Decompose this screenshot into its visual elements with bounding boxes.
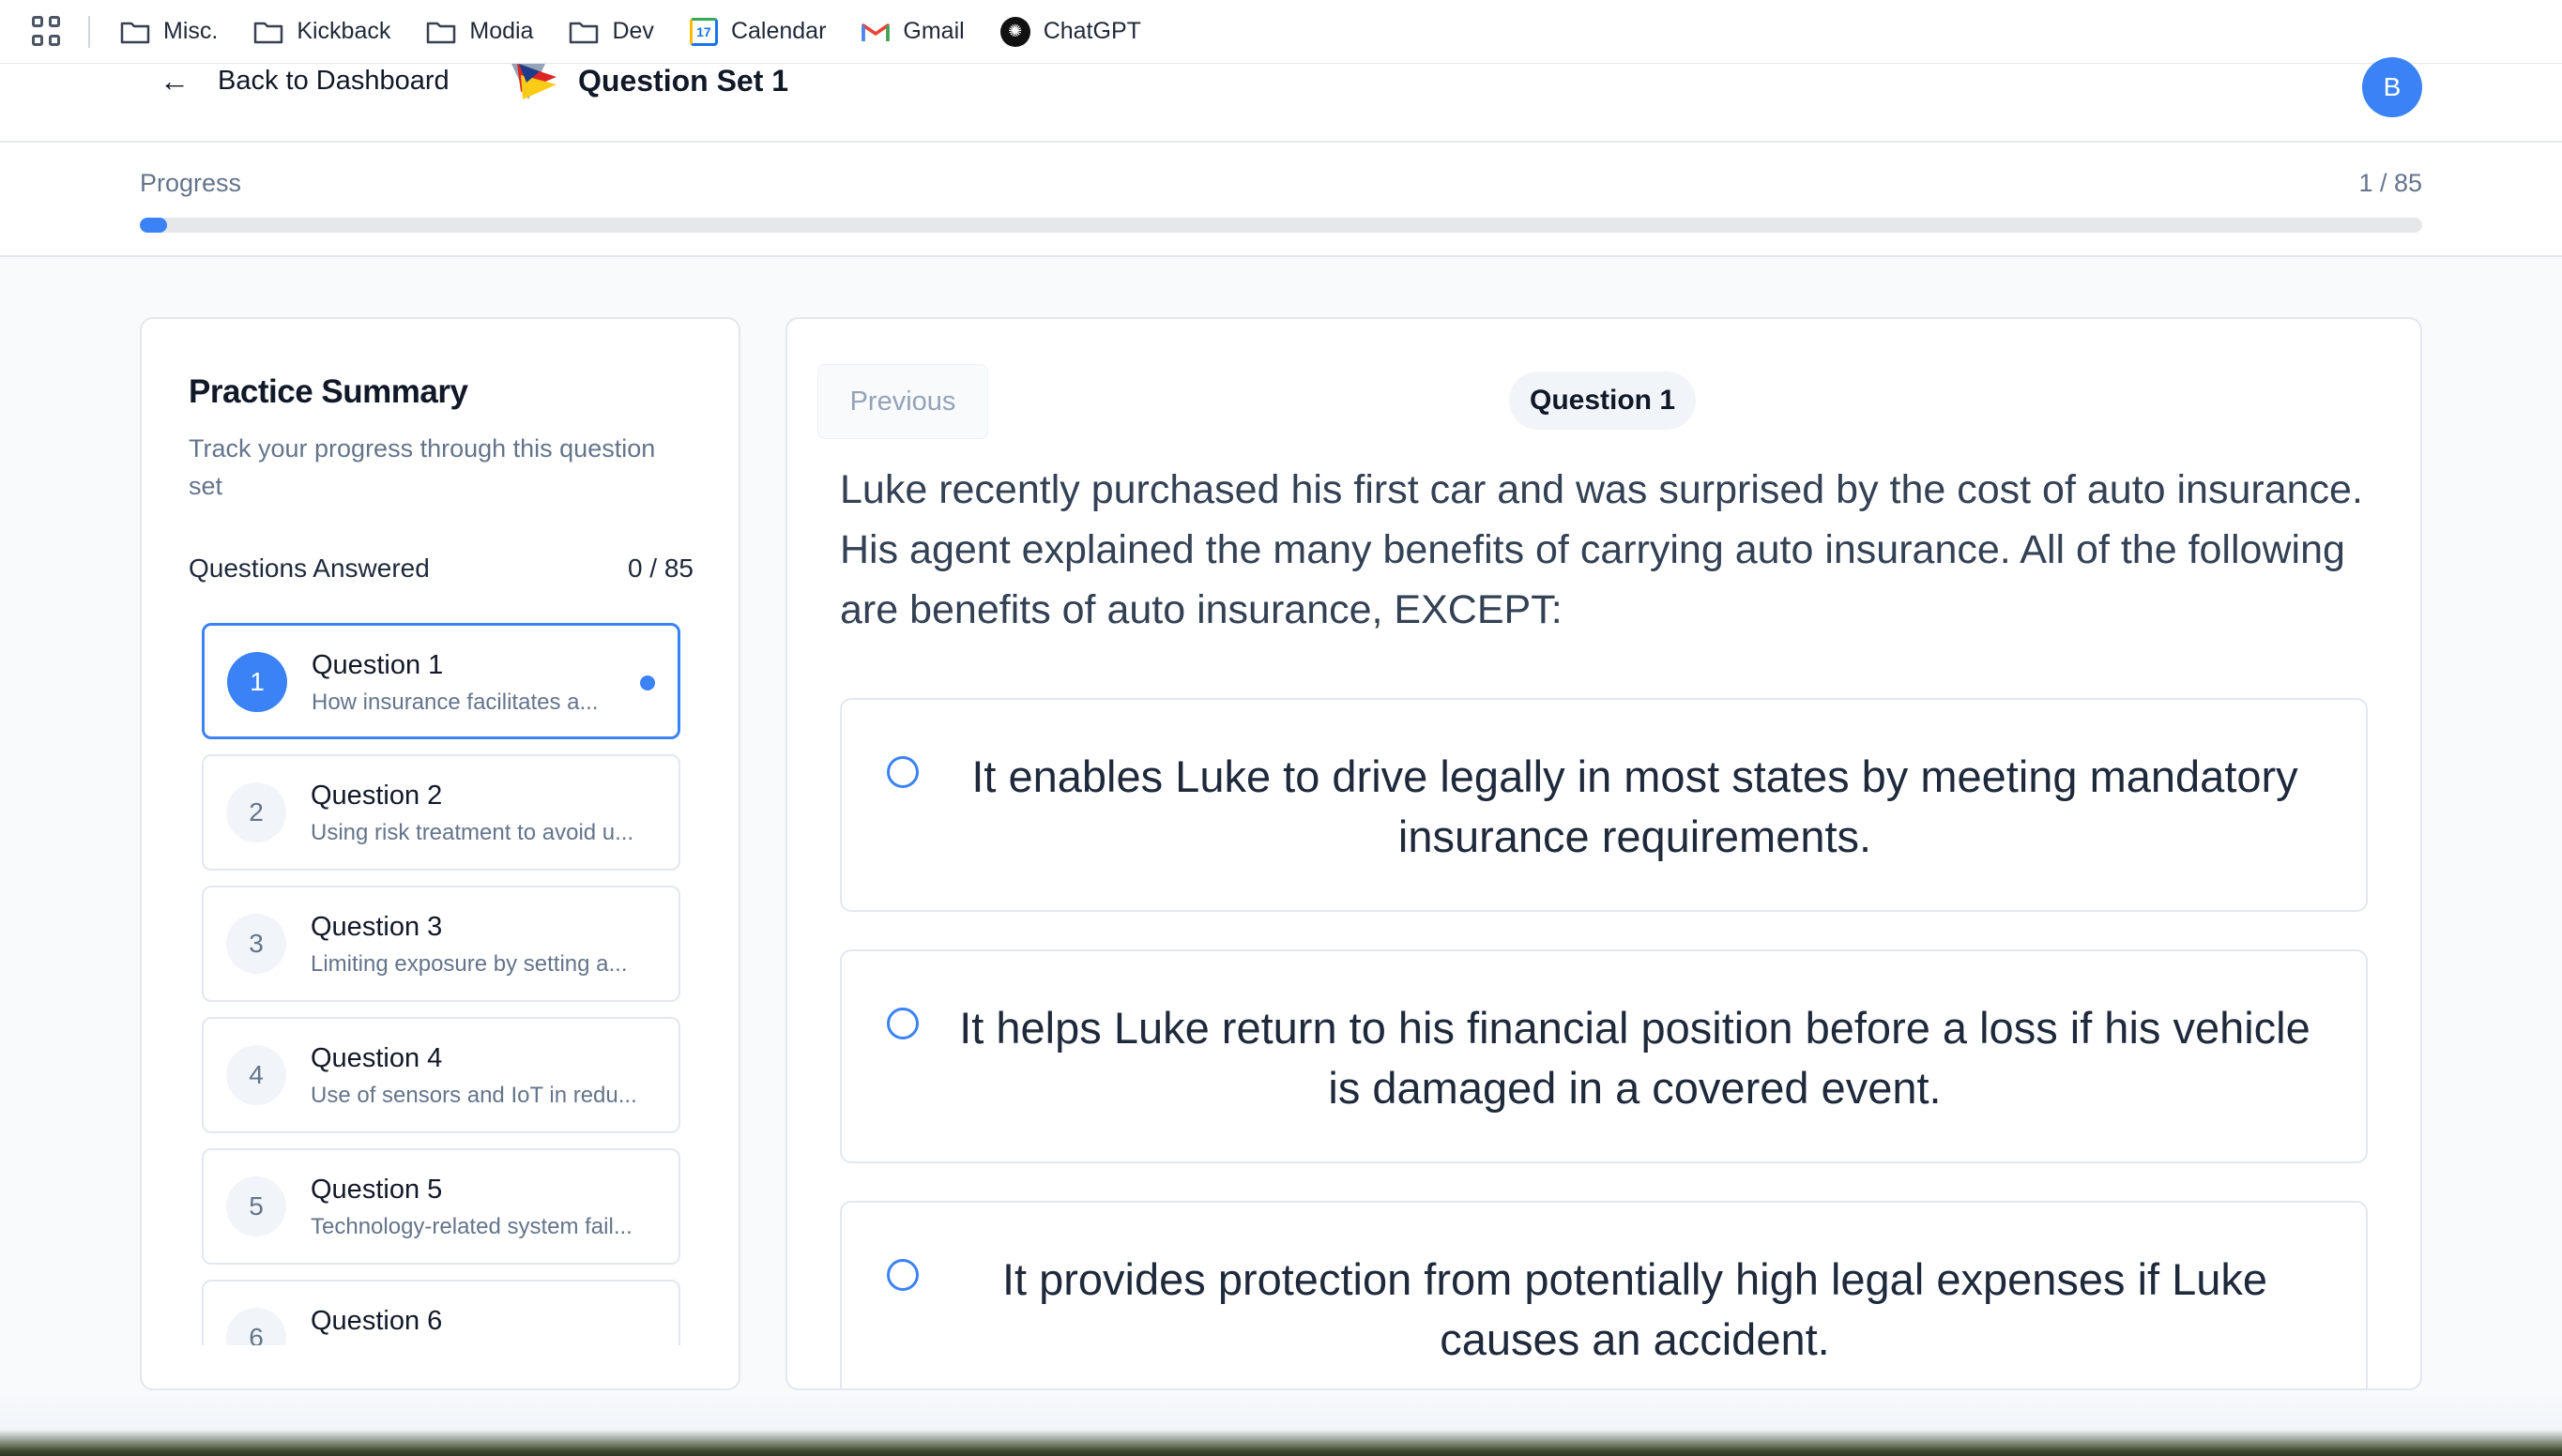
question-list: 1 Question 1 How insurance facilitates a… bbox=[202, 623, 680, 1345]
question-item-description: Limiting exposure by setting a... bbox=[311, 951, 628, 977]
question-card: Previous Question 1 Luke recently purcha… bbox=[785, 317, 2422, 1390]
bookmarks-divider bbox=[88, 15, 90, 48]
question-item-title: Question 5 bbox=[311, 1175, 443, 1205]
question-item-description: Using risk treatment to avoid u... bbox=[311, 820, 634, 845]
question-number-badge: 1 bbox=[227, 652, 287, 712]
bookmark-misc[interactable]: Misc. bbox=[120, 18, 218, 45]
bookmark-label: Misc. bbox=[163, 18, 219, 44]
folder-icon bbox=[120, 22, 150, 43]
question-list-item[interactable]: 2 Question 2 Using risk treatment to avo… bbox=[202, 754, 680, 871]
progress-section: Progress 1 / 85 bbox=[0, 143, 2562, 257]
question-number-badge: Question 1 bbox=[1509, 372, 1697, 430]
folder-icon bbox=[570, 22, 599, 43]
question-list-item[interactable]: 5 Question 5 Technology-related system f… bbox=[202, 1148, 680, 1265]
radio-button[interactable] bbox=[887, 1008, 919, 1039]
progress-bar-fill bbox=[140, 218, 167, 233]
gmail-icon bbox=[862, 23, 891, 41]
question-set-title: Question Set 1 bbox=[578, 64, 789, 98]
question-number-badge: 2 bbox=[226, 782, 286, 842]
folder-icon bbox=[427, 22, 456, 43]
question-item-description: Use of sensors and IoT in redu... bbox=[311, 1083, 637, 1108]
answer-option[interactable]: It provides protection from potentially … bbox=[840, 1201, 2368, 1388]
question-item-title: Question 1 bbox=[312, 650, 444, 680]
calendar-icon: 17 bbox=[689, 17, 718, 46]
question-number-badge: 3 bbox=[226, 914, 286, 974]
practice-summary-panel: Practice Summary Track your progress thr… bbox=[140, 317, 740, 1390]
app-header: ← Back to Dashboard Question Set 1 B bbox=[0, 57, 2562, 143]
bookmark-dev[interactable]: Dev bbox=[569, 18, 654, 45]
questions-answered-label: Questions Answered bbox=[189, 554, 430, 583]
bookmark-label: Calendar bbox=[730, 18, 827, 44]
progress-label: Progress bbox=[140, 169, 242, 197]
question-number-badge: 4 bbox=[226, 1045, 286, 1105]
current-question-dot-icon bbox=[640, 675, 655, 690]
bookmark-label: Modia bbox=[469, 18, 534, 44]
question-list-item[interactable]: 3 Question 3 Limiting exposure by settin… bbox=[202, 886, 680, 1002]
answer-option-text: It helps Luke return to his financial po… bbox=[959, 1003, 2310, 1113]
previous-button[interactable]: Previous bbox=[817, 364, 988, 439]
bookmark-kickback[interactable]: Kickback bbox=[253, 18, 390, 45]
bookmarks-bar: Misc. Kickback Modia Dev 17 Calendar Gma… bbox=[0, 0, 2562, 64]
question-list-item[interactable]: 6 Question 6 bbox=[202, 1280, 680, 1345]
question-item-description: How insurance facilitates a... bbox=[312, 690, 599, 715]
answer-option[interactable]: It helps Luke return to his financial po… bbox=[840, 949, 2368, 1163]
bookmark-chatgpt[interactable]: ✺ ChatGPT bbox=[999, 16, 1141, 47]
question-list-item[interactable]: 4 Question 4 Use of sensors and IoT in r… bbox=[202, 1017, 680, 1133]
question-item-title: Question 3 bbox=[311, 912, 443, 942]
back-to-dashboard-button[interactable]: ← Back to Dashboard bbox=[160, 64, 450, 98]
answer-option[interactable]: It enables Luke to drive legally in most… bbox=[840, 698, 2368, 912]
question-number-badge: 5 bbox=[226, 1176, 286, 1236]
question-list-item[interactable]: 1 Question 1 How insurance facilitates a… bbox=[202, 623, 680, 739]
question-text: Luke recently purchased his first car an… bbox=[840, 467, 2363, 632]
practice-summary-title: Practice Summary bbox=[189, 373, 468, 410]
back-to-dashboard-label: Back to Dashboard bbox=[218, 65, 450, 96]
apps-grid-icon[interactable] bbox=[32, 15, 64, 48]
questions-answered-count: 0 / 85 bbox=[627, 554, 694, 583]
question-item-title: Question 2 bbox=[311, 781, 443, 811]
bookmark-label: Gmail bbox=[903, 18, 965, 44]
window-bottom-edge bbox=[0, 1390, 2562, 1456]
practice-summary-subtitle: Track your progress through this questio… bbox=[189, 434, 656, 500]
bookmark-label: ChatGPT bbox=[1043, 18, 1141, 44]
progress-count: 1 / 85 bbox=[2358, 169, 2422, 197]
question-number-badge: 6 bbox=[226, 1308, 286, 1345]
radio-button[interactable] bbox=[887, 1259, 919, 1291]
radio-button[interactable] bbox=[887, 756, 919, 788]
progress-bar bbox=[140, 218, 2422, 233]
bookmark-label: Kickback bbox=[297, 18, 391, 44]
arrow-left-icon: ← bbox=[160, 63, 190, 98]
bookmark-calendar[interactable]: 17 Calendar bbox=[689, 17, 827, 46]
bookmark-gmail[interactable]: Gmail bbox=[862, 18, 965, 45]
question-item-title: Question 4 bbox=[311, 1043, 443, 1073]
question-item-description: Technology-related system fail... bbox=[311, 1214, 633, 1239]
chatgpt-icon: ✺ bbox=[999, 16, 1030, 47]
answer-option-text: It provides protection from potentially … bbox=[1001, 1254, 2268, 1364]
user-avatar[interactable]: B bbox=[2362, 57, 2422, 117]
answer-option-text: It enables Luke to drive legally in most… bbox=[971, 751, 2298, 861]
bookmark-label: Dev bbox=[612, 18, 654, 44]
app-logo-icon bbox=[511, 64, 557, 99]
folder-icon bbox=[254, 22, 283, 43]
question-item-title: Question 6 bbox=[311, 1306, 443, 1336]
bookmark-modia[interactable]: Modia bbox=[426, 18, 533, 45]
